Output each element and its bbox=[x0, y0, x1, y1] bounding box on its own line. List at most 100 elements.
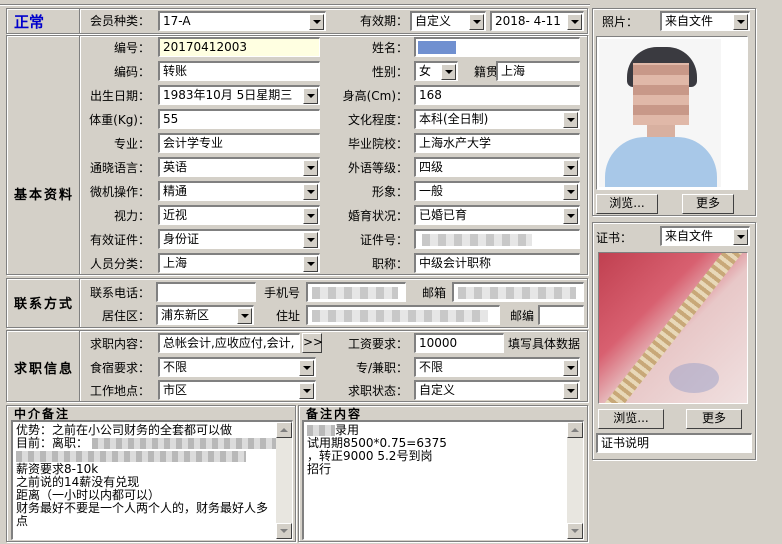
agent-note-line: 点 bbox=[16, 514, 29, 528]
number-field[interactable]: 20170412003 bbox=[158, 37, 320, 57]
code-field[interactable]: 转账 bbox=[158, 61, 320, 81]
scroll-up-icon[interactable] bbox=[567, 422, 583, 438]
status-label: 正常 bbox=[14, 13, 45, 31]
phone-field[interactable] bbox=[156, 282, 256, 302]
mobile-label: 手机号 bbox=[263, 286, 300, 300]
job-content-field[interactable]: 总帐会计,应收应付,会计, bbox=[158, 333, 300, 353]
id-type-select[interactable]: 身份证 bbox=[158, 229, 320, 249]
weight-field[interactable]: 55 bbox=[158, 109, 320, 129]
job-status-label: 求职状态： bbox=[347, 384, 408, 398]
phone-label: 联系电话： bbox=[89, 286, 150, 300]
salary-label: 工资要求： bbox=[347, 337, 408, 351]
language-label: 通晓语言： bbox=[89, 161, 150, 175]
eyesight-select[interactable]: 近视 bbox=[158, 205, 320, 225]
scroll-down-icon[interactable] bbox=[567, 523, 583, 539]
agent-note-memo[interactable]: 优势：之前在小公司财务的全套都可以做 目前：离职： 薪资要求8-10k 之前说的… bbox=[11, 420, 293, 540]
photo-more-button[interactable]: 更多 bbox=[682, 194, 734, 214]
agent-note-line: 目前：离职： bbox=[16, 437, 289, 450]
weight-label: 体重(Kg)： bbox=[89, 113, 150, 127]
scroll-down-icon[interactable] bbox=[276, 523, 292, 539]
computer-select[interactable]: 精通 bbox=[158, 181, 320, 201]
residence-label: 居住区： bbox=[101, 309, 150, 323]
salary-note: 填写具体数据 bbox=[508, 337, 581, 351]
title-field[interactable]: 中级会计职称 bbox=[414, 253, 580, 273]
section-basic-title: 基本资料 bbox=[14, 188, 75, 203]
postcode-field[interactable] bbox=[538, 305, 584, 325]
native-field[interactable]: 上海 bbox=[496, 61, 580, 81]
chevron-down-icon bbox=[237, 308, 252, 324]
residence-select[interactable]: 浦东新区 bbox=[156, 305, 254, 325]
membership-label: 会员种类： bbox=[89, 14, 150, 28]
chevron-down-icon bbox=[303, 184, 318, 200]
validity-date-picker[interactable]: 2018- 4-11 bbox=[490, 11, 584, 31]
job-content-more-button[interactable]: >> bbox=[302, 333, 323, 353]
chevron-down-icon bbox=[563, 184, 578, 200]
name-field[interactable] bbox=[414, 37, 580, 57]
email-redacted bbox=[458, 287, 576, 299]
id-type-label: 有效证件： bbox=[89, 233, 150, 247]
address-field[interactable] bbox=[306, 305, 500, 325]
parttime-select[interactable]: 不限 bbox=[414, 357, 580, 377]
height-field[interactable]: 168 bbox=[414, 85, 580, 105]
chevron-down-icon bbox=[733, 229, 748, 245]
gender-label: 性别： bbox=[371, 65, 408, 79]
name-redacted bbox=[418, 41, 456, 54]
cert-description-field[interactable]: 证书说明 bbox=[596, 433, 752, 453]
board-label: 食宿要求： bbox=[89, 361, 150, 375]
location-label: 工作地点： bbox=[89, 384, 150, 398]
remark-memo[interactable]: 录用 试用期8500*0.75=6375 ，转正9000 5.2号到岗 招行 bbox=[302, 420, 584, 540]
major-field[interactable]: 会计学专业 bbox=[158, 133, 320, 153]
title-label: 职称： bbox=[371, 257, 408, 271]
eyesight-label: 视力： bbox=[113, 209, 150, 223]
mobile-redacted bbox=[312, 287, 398, 299]
validity-type-select[interactable]: 自定义 bbox=[410, 11, 486, 31]
category-select[interactable]: 上海 bbox=[158, 253, 320, 273]
foreign-level-select[interactable]: 四级 bbox=[414, 157, 580, 177]
height-label: 身高(Cm)： bbox=[342, 89, 408, 103]
id-number-field[interactable] bbox=[414, 229, 580, 249]
major-label: 专业： bbox=[113, 137, 150, 151]
cert-label: 证书： bbox=[596, 231, 633, 245]
scroll-up-icon[interactable] bbox=[276, 422, 292, 438]
agent-note-scrollbar[interactable] bbox=[276, 422, 292, 539]
cert-source-select[interactable]: 来自文件 bbox=[660, 226, 750, 246]
school-field[interactable]: 上海水产大学 bbox=[414, 133, 580, 153]
board-select[interactable]: 不限 bbox=[158, 357, 316, 377]
number-label: 编号： bbox=[113, 41, 150, 55]
location-select[interactable]: 市区 bbox=[158, 380, 316, 400]
language-select[interactable]: 英语 bbox=[158, 157, 320, 177]
photo-source-select[interactable]: 来自文件 bbox=[660, 11, 750, 31]
chevron-down-icon bbox=[567, 14, 582, 30]
job-status-select[interactable]: 自定义 bbox=[414, 380, 580, 400]
person-photo-image bbox=[599, 39, 721, 187]
email-field[interactable] bbox=[452, 282, 584, 302]
chevron-down-icon bbox=[299, 360, 314, 376]
agent-note-redacted bbox=[92, 438, 283, 449]
section-contact-title: 联系方式 bbox=[14, 297, 75, 312]
education-select[interactable]: 本科(全日制) bbox=[414, 109, 580, 129]
image-select[interactable]: 一般 bbox=[414, 181, 580, 201]
chevron-down-icon bbox=[303, 208, 318, 224]
chevron-down-icon bbox=[563, 208, 578, 224]
email-label: 邮箱 bbox=[421, 286, 446, 300]
postcode-label: 邮编 bbox=[509, 309, 534, 323]
agent-note-redacted bbox=[16, 451, 246, 462]
photo-box bbox=[596, 36, 748, 190]
cert-browse-button[interactable]: 浏览... bbox=[598, 409, 664, 429]
chevron-down-icon bbox=[469, 14, 484, 30]
mobile-field[interactable] bbox=[306, 282, 406, 302]
gender-select[interactable]: 女 bbox=[414, 61, 458, 81]
remark-line: ，转正9000 5.2号到岗 bbox=[307, 449, 433, 463]
chevron-down-icon bbox=[441, 64, 456, 80]
chevron-down-icon bbox=[303, 256, 318, 272]
validity-label: 有效期： bbox=[359, 14, 408, 28]
salary-field[interactable]: 10000 bbox=[414, 333, 504, 353]
membership-select[interactable]: 17-A bbox=[158, 11, 326, 31]
birth-date-picker[interactable]: 1983年10月 5日星期三 bbox=[158, 85, 320, 105]
marital-select[interactable]: 已婚已育 bbox=[414, 205, 580, 225]
remark-scrollbar[interactable] bbox=[567, 422, 583, 539]
cert-box bbox=[598, 252, 748, 404]
cert-more-button[interactable]: 更多 bbox=[686, 409, 742, 429]
photo-browse-button[interactable]: 浏览... bbox=[596, 194, 658, 214]
job-content-label: 求职内容： bbox=[89, 337, 150, 351]
